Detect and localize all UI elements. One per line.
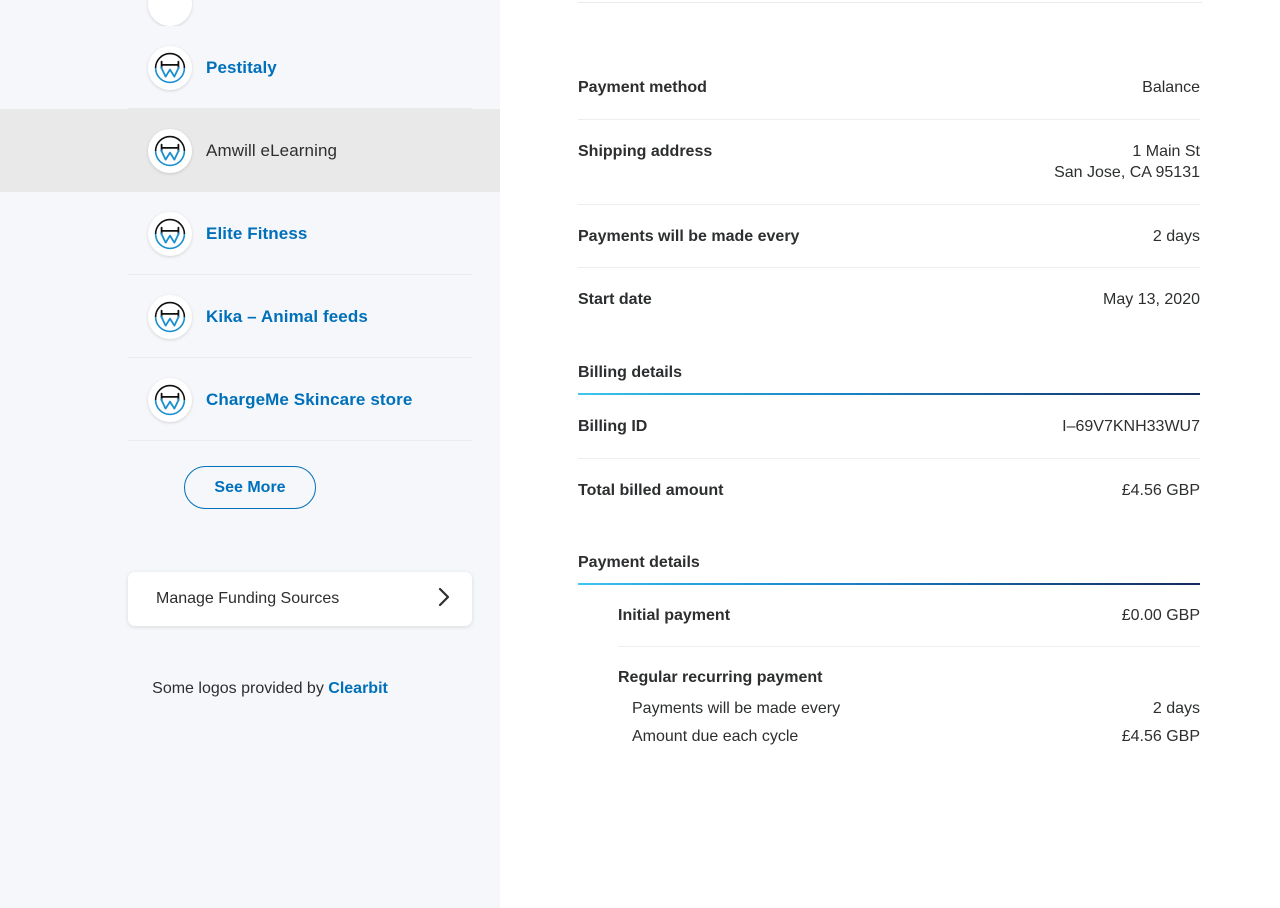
manage-funding-sources-label: Manage Funding Sources: [156, 590, 340, 608]
row-label: Payments will be made every: [578, 227, 800, 245]
clearbit-link[interactable]: Clearbit: [328, 680, 388, 697]
row-value: £4.56 GBP: [1121, 728, 1200, 746]
payment-details-header: Payment details: [578, 521, 1200, 583]
detail-row-billing-id: Billing ID I–69V7KNH33WU7: [578, 395, 1200, 459]
list-divider: [128, 440, 472, 441]
logos-attribution-text: Some logos provided by: [152, 680, 329, 698]
subscription-detail-panel: Payment method Balance Shipping address …: [500, 0, 1280, 908]
merchant-sidebar: Pestitaly Amwill eLearning Elite Fitness…: [0, 0, 525, 908]
merchant-name: Elite Fitness: [206, 223, 308, 243]
payment-details-body: Initial payment £0.00 GBP Regular recurr…: [578, 585, 1200, 751]
row-label: Total billed amount: [578, 481, 724, 499]
row-label: Start date: [578, 291, 652, 309]
row-value: May 13, 2020: [1103, 291, 1200, 309]
merchant-list-item-partial: [0, 0, 500, 26]
merchant-monogram-icon: [148, 128, 192, 173]
merchant-monogram-icon: [148, 211, 192, 256]
row-label: Payment method: [578, 79, 707, 96]
merchant-name: ChargeMe Skincare store: [206, 389, 413, 409]
chevron-right-icon: [438, 587, 450, 612]
row-value: £4.56 GBP: [1121, 481, 1200, 499]
merchant-monogram-icon: [148, 377, 192, 422]
row-value: £0.00 GBP: [1121, 607, 1200, 625]
see-more-button[interactable]: See More: [184, 466, 316, 510]
row-value: 2 days: [1152, 700, 1200, 718]
section-title: Payment details: [578, 554, 700, 572]
merchant-list-item-kika-animal-feeds[interactable]: Kika – Animal feeds: [0, 275, 500, 358]
manage-funding-sources-button[interactable]: Manage Funding Sources: [128, 572, 472, 627]
detail-row-total-billed-amount: Total billed amount £4.56 GBP: [578, 459, 1200, 522]
row-label: Shipping address: [578, 142, 713, 160]
row-value: I–69V7KNH33WU7: [1062, 417, 1200, 435]
row-label: Billing ID: [578, 417, 648, 435]
merchant-list-item-chargeme-skincare-store[interactable]: ChargeMe Skincare store: [0, 358, 500, 441]
recurring-payment-title: Regular recurring payment: [618, 669, 823, 687]
merchant-monogram-icon: [148, 0, 192, 26]
detail-row-initial-payment: Initial payment £0.00 GBP: [618, 585, 1200, 648]
detail-row-start-date: Start date May 13, 2020: [578, 268, 1200, 331]
row-label: Payments will be made every: [632, 700, 841, 718]
billing-details-header: Billing details: [578, 331, 1200, 393]
merchant-list-item-amwill-elearning[interactable]: Amwill eLearning: [0, 109, 525, 192]
merchant-list-item-pestitaly[interactable]: Pestitaly: [0, 26, 500, 109]
merchant-name: Pestitaly: [206, 57, 277, 77]
detail-row-payment-method: Payment method Balance: [578, 56, 1200, 120]
detail-content: Payment method Balance Shipping address …: [578, 0, 1202, 751]
automatic-payments-page: Pestitaly Amwill eLearning Elite Fitness…: [0, 0, 1280, 908]
merchant-monogram-icon: [148, 294, 192, 339]
merchant-list-item-elite-fitness[interactable]: Elite Fitness: [0, 192, 500, 275]
row-value: 1 Main St San Jose, CA 95131: [1054, 142, 1200, 182]
merchant-name: Amwill eLearning: [206, 140, 338, 160]
panel-top-divider: [578, 2, 1202, 3]
detail-row-recurring-amount: Amount due each cycle £4.56 GBP: [618, 723, 1200, 751]
merchant-list: Pestitaly Amwill eLearning Elite Fitness…: [0, 26, 525, 441]
logos-attribution: Some logos provided by Clearbit: [0, 680, 500, 698]
row-value: 2 days: [1152, 227, 1200, 245]
section-title: Billing details: [578, 363, 683, 381]
see-more-container: See More: [0, 441, 500, 510]
merchant-monogram-icon: [148, 45, 192, 90]
detail-row-recurring-frequency: Payments will be made every 2 days: [618, 695, 1200, 723]
detail-row-shipping-address: Shipping address 1 Main St San Jose, CA …: [578, 120, 1200, 205]
merchant-name: Kika – Animal feeds: [206, 306, 368, 326]
detail-row-payment-frequency: Payments will be made every 2 days: [578, 205, 1200, 269]
row-label: Amount due each cycle: [632, 728, 799, 746]
row-value: Balance: [1142, 79, 1200, 96]
row-label: Initial payment: [618, 607, 731, 625]
